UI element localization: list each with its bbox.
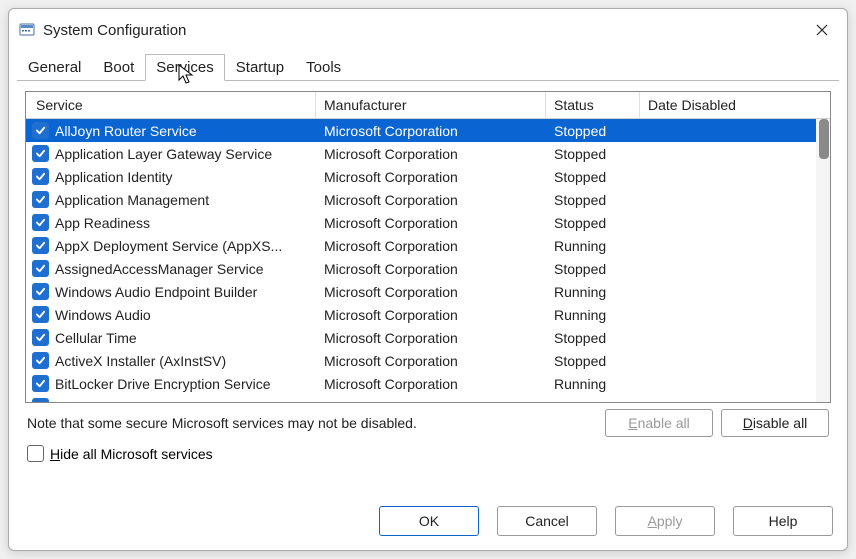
service-status: Running <box>546 376 640 392</box>
note-text: Note that some secure Microsoft services… <box>27 415 417 431</box>
service-name: AllJoyn Router Service <box>55 123 197 139</box>
service-status: Stopped <box>546 146 640 162</box>
service-status: Running <box>546 399 640 403</box>
enable-all-button[interactable]: Enable all <box>605 409 713 437</box>
help-button[interactable]: Help <box>733 506 833 536</box>
system-configuration-window: System Configuration General Boot Servic… <box>8 8 848 551</box>
service-name: ActiveX Installer (AxInstSV) <box>55 353 226 369</box>
service-manufacturer: Microsoft Corporation <box>316 169 546 185</box>
table-row[interactable]: Application Layer Gateway Service Microso… <box>26 142 830 165</box>
hide-ms-label[interactable]: Hide all Microsoft services <box>50 446 213 462</box>
table-body[interactable]: AllJoyn Router Service Microsoft Corporat… <box>26 119 830 402</box>
table-row[interactable]: BitLocker Drive Encryption Service Micros… <box>26 372 830 395</box>
service-status: Stopped <box>546 353 640 369</box>
table-header: Service Manufacturer Status Date Disable… <box>26 92 830 119</box>
service-manufacturer: Microsoft Corporation <box>316 146 546 162</box>
service-name: Windows Audio <box>55 307 151 323</box>
table-row[interactable]: Windows Audio Microsoft CorporationRunnin… <box>26 303 830 326</box>
service-checkbox[interactable] <box>32 168 49 185</box>
tab-content: Service Manufacturer Status Date Disable… <box>17 80 839 496</box>
scrollbar[interactable] <box>816 119 830 402</box>
table-row[interactable]: AssignedAccessManager Service Microsoft C… <box>26 257 830 280</box>
table-row[interactable]: Base Filtering Engine Microsoft Corporati… <box>26 395 830 402</box>
service-status: Running <box>546 238 640 254</box>
close-button[interactable] <box>807 17 837 43</box>
table-row[interactable]: AppX Deployment Service (AppXS... Microso… <box>26 234 830 257</box>
service-checkbox[interactable] <box>32 145 49 162</box>
table-row[interactable]: AllJoyn Router Service Microsoft Corporat… <box>26 119 830 142</box>
service-status: Running <box>546 307 640 323</box>
service-status: Stopped <box>546 169 640 185</box>
service-name: Base Filtering Engine <box>55 399 188 403</box>
service-manufacturer: Microsoft Corporation <box>316 399 546 403</box>
services-table: Service Manufacturer Status Date Disable… <box>25 91 831 403</box>
table-row[interactable]: App Readiness Microsoft CorporationStoppe… <box>26 211 830 234</box>
service-status: Stopped <box>546 261 640 277</box>
service-checkbox[interactable] <box>32 306 49 323</box>
service-name: AssignedAccessManager Service <box>55 261 264 277</box>
tab-bar: General Boot Services Startup Tools <box>9 49 847 80</box>
service-manufacturer: Microsoft Corporation <box>316 284 546 300</box>
tab-startup[interactable]: Startup <box>225 54 295 81</box>
column-service[interactable]: Service <box>26 92 316 118</box>
disable-all-button[interactable]: Disable all <box>721 409 829 437</box>
hide-ms-checkbox[interactable] <box>27 445 44 462</box>
service-manufacturer: Microsoft Corporation <box>316 330 546 346</box>
service-manufacturer: Microsoft Corporation <box>316 123 546 139</box>
service-manufacturer: Microsoft Corporation <box>316 192 546 208</box>
service-status: Stopped <box>546 215 640 231</box>
cancel-button[interactable]: Cancel <box>497 506 597 536</box>
hide-ms-row: Hide all Microsoft services <box>17 445 839 468</box>
service-status: Running <box>546 284 640 300</box>
ok-button[interactable]: OK <box>379 506 479 536</box>
service-name: Application Management <box>55 192 209 208</box>
service-checkbox[interactable] <box>32 352 49 369</box>
tab-boot[interactable]: Boot <box>92 54 145 81</box>
service-name: AppX Deployment Service (AppXS... <box>55 238 282 254</box>
window-title: System Configuration <box>43 22 186 39</box>
service-name: Application Identity <box>55 169 173 185</box>
service-checkbox[interactable] <box>32 122 49 139</box>
app-icon <box>19 22 35 38</box>
service-status: Stopped <box>546 123 640 139</box>
table-row[interactable]: Cellular Time Microsoft CorporationStoppe… <box>26 326 830 349</box>
service-manufacturer: Microsoft Corporation <box>316 261 546 277</box>
service-manufacturer: Microsoft Corporation <box>316 307 546 323</box>
column-date-disabled[interactable]: Date Disabled <box>640 92 830 118</box>
column-manufacturer[interactable]: Manufacturer <box>316 92 546 118</box>
service-checkbox[interactable] <box>32 260 49 277</box>
service-checkbox[interactable] <box>32 398 49 402</box>
service-manufacturer: Microsoft Corporation <box>316 376 546 392</box>
note-row: Note that some secure Microsoft services… <box>17 409 839 445</box>
service-name: App Readiness <box>55 215 150 231</box>
service-checkbox[interactable] <box>32 191 49 208</box>
table-row[interactable]: Application Identity Microsoft Corporatio… <box>26 165 830 188</box>
service-status: Stopped <box>546 330 640 346</box>
scroll-thumb[interactable] <box>819 119 829 159</box>
service-manufacturer: Microsoft Corporation <box>316 238 546 254</box>
tab-general[interactable]: General <box>17 54 92 81</box>
service-name: Cellular Time <box>55 330 137 346</box>
tab-services[interactable]: Services <box>145 54 225 81</box>
dialog-footer: OK Cancel Apply Help <box>9 496 847 550</box>
service-checkbox[interactable] <box>32 283 49 300</box>
service-manufacturer: Microsoft Corporation <box>316 353 546 369</box>
table-row[interactable]: Application Management Microsoft Corporat… <box>26 188 830 211</box>
service-checkbox[interactable] <box>32 214 49 231</box>
service-manufacturer: Microsoft Corporation <box>316 215 546 231</box>
table-row[interactable]: ActiveX Installer (AxInstSV) Microsoft Co… <box>26 349 830 372</box>
tab-tools[interactable]: Tools <box>295 54 352 81</box>
service-name: Windows Audio Endpoint Builder <box>55 284 257 300</box>
service-status: Stopped <box>546 192 640 208</box>
service-checkbox[interactable] <box>32 329 49 346</box>
service-checkbox[interactable] <box>32 237 49 254</box>
service-name: BitLocker Drive Encryption Service <box>55 376 271 392</box>
service-name: Application Layer Gateway Service <box>55 146 272 162</box>
titlebar: System Configuration <box>9 9 847 49</box>
apply-button[interactable]: Apply <box>615 506 715 536</box>
column-status[interactable]: Status <box>546 92 640 118</box>
table-row[interactable]: Windows Audio Endpoint Builder Microsoft … <box>26 280 830 303</box>
service-checkbox[interactable] <box>32 375 49 392</box>
